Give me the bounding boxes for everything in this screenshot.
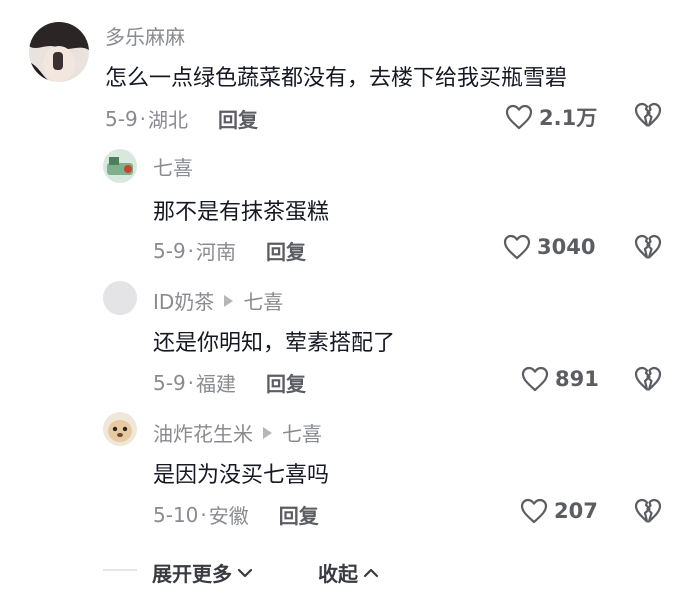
reply-button[interactable]: 回复 — [218, 104, 258, 133]
reply-to-label[interactable]: 七喜 — [243, 286, 283, 315]
like-count: 207 — [554, 499, 598, 523]
like-button[interactable]: 2.1万 — [505, 102, 597, 132]
comment-username[interactable]: 油炸花生米 七喜 — [153, 418, 322, 447]
comment-meta: 5-9 · 河南 回复 — [153, 236, 306, 265]
username-label: 多乐麻麻 — [105, 25, 185, 49]
comment-username[interactable]: ID奶茶 七喜 — [153, 286, 283, 315]
reply-button[interactable]: 回复 — [266, 236, 306, 265]
meta-separator: · — [200, 502, 207, 527]
comment-text: 那不是有抹茶蛋糕 — [153, 200, 330, 225]
dislike-button[interactable] — [634, 366, 662, 392]
meta-separator: · — [187, 370, 195, 395]
chevron-up-icon — [363, 568, 379, 577]
comment-meta: 5-9 · 湖北 回复 — [105, 104, 258, 133]
avatar-peanut[interactable] — [103, 412, 137, 446]
username-label: ID奶茶 — [153, 290, 215, 314]
collapse-button[interactable]: 收起 — [318, 558, 380, 587]
comment-date: 5-10 — [153, 502, 199, 527]
broken-heart-icon — [634, 498, 662, 523]
reply-arrow-icon — [263, 426, 272, 439]
comment-date: 5-9 — [105, 106, 138, 131]
dislike-button[interactable] — [634, 234, 662, 260]
comment-text: 还是你明知，荤素搭配了 — [153, 331, 396, 356]
heart-icon — [520, 498, 548, 524]
meta-separator: · — [187, 238, 195, 263]
avatar-default[interactable] — [103, 281, 137, 315]
comment-username[interactable]: 多乐麻麻 — [105, 21, 185, 50]
chevron-down-icon — [237, 568, 253, 577]
heart-icon — [503, 234, 531, 260]
meta-separator: · — [139, 106, 147, 131]
collapse-label: 收起 — [318, 562, 358, 586]
username-label: 油炸花生米 — [153, 422, 253, 446]
comment-username[interactable]: 七喜 — [153, 152, 193, 181]
comment-text: 是因为没买七喜吗 — [153, 463, 330, 488]
like-count: 3040 — [537, 235, 596, 259]
expand-more-button[interactable]: 展开更多 — [152, 558, 254, 587]
footer-divider — [103, 569, 137, 571]
dislike-button[interactable] — [634, 102, 662, 128]
comment-date: 5-9 — [153, 238, 186, 263]
like-count: 2.1万 — [539, 106, 598, 130]
avatar-qixi[interactable] — [103, 149, 137, 183]
reply-to-label[interactable]: 七喜 — [282, 418, 322, 447]
like-count: 891 — [555, 367, 599, 391]
comment-location: 河南 — [196, 240, 237, 264]
like-button[interactable]: 207 — [520, 498, 598, 524]
avatar-duole-mama[interactable] — [29, 22, 89, 82]
broken-heart-icon — [634, 102, 662, 127]
reply-button[interactable]: 回复 — [266, 368, 306, 397]
comment-date: 5-9 — [153, 370, 186, 395]
heart-icon — [521, 366, 549, 392]
broken-heart-icon — [634, 234, 662, 259]
like-button[interactable]: 3040 — [503, 234, 595, 260]
comment-location: 湖北 — [148, 108, 189, 132]
heart-icon — [505, 104, 533, 130]
comment-location: 安徽 — [208, 504, 249, 528]
dislike-button[interactable] — [634, 498, 662, 524]
comment-text: 怎么一点绿色蔬菜都没有，去楼下给我买瓶雪碧 — [105, 66, 568, 91]
comment-meta: 5-9 · 福建 回复 — [153, 368, 306, 397]
reply-button[interactable]: 回复 — [279, 500, 319, 529]
like-button[interactable]: 891 — [521, 366, 599, 392]
reply-arrow-icon — [224, 294, 234, 307]
broken-heart-icon — [634, 366, 662, 391]
expand-more-label: 展开更多 — [152, 562, 232, 586]
comment-location: 福建 — [196, 372, 237, 396]
comment-meta: 5-10 · 安徽 回复 — [153, 500, 319, 529]
username-label: 七喜 — [153, 156, 193, 180]
